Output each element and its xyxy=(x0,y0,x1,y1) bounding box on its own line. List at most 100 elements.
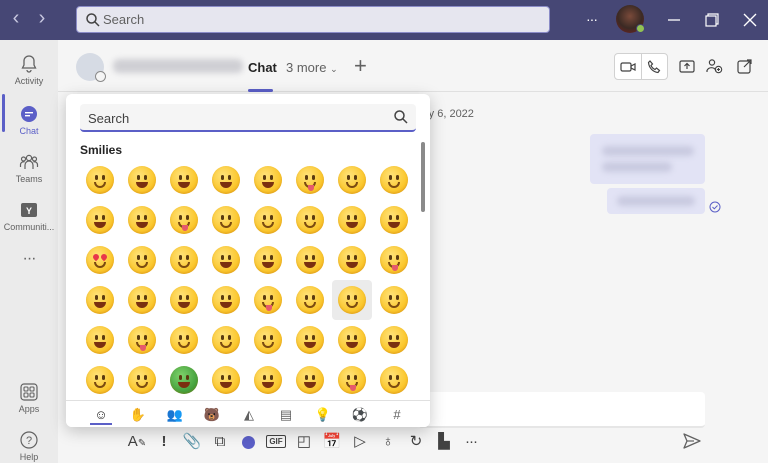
message-bubble[interactable] xyxy=(590,134,705,184)
emoji-item[interactable] xyxy=(290,160,330,200)
emoji-item[interactable] xyxy=(374,240,414,280)
loop-icon[interactable]: ⧉ xyxy=(209,428,231,456)
emoji-item[interactable] xyxy=(164,200,204,240)
global-search-input[interactable]: Search xyxy=(76,6,550,33)
emoji-item[interactable] xyxy=(290,280,330,320)
emoji-item[interactable] xyxy=(248,160,288,200)
emoji-item[interactable] xyxy=(122,320,162,360)
emoji-item[interactable] xyxy=(80,160,120,200)
tab-chat[interactable]: Chat xyxy=(248,60,277,75)
people-icon[interactable]: 👥 xyxy=(164,405,186,425)
rail-item-more[interactable]: ··· xyxy=(0,244,58,298)
close-icon[interactable] xyxy=(741,11,759,29)
share-screen-icon[interactable] xyxy=(678,58,696,76)
praise-icon[interactable]: ♁ xyxy=(377,428,399,456)
emoji-item[interactable] xyxy=(164,280,204,320)
emoji-item[interactable] xyxy=(248,280,288,320)
sticker-icon[interactable]: ◰ xyxy=(293,428,315,456)
emoji-search-field[interactable] xyxy=(80,104,416,132)
emoji-item[interactable] xyxy=(80,320,120,360)
approvals-icon[interactable]: ▙ xyxy=(433,428,455,456)
emoji-item[interactable] xyxy=(206,200,246,240)
emoji-scrollbar[interactable] xyxy=(421,142,425,212)
emoji-item[interactable] xyxy=(206,240,246,280)
emoji-item[interactable] xyxy=(290,240,330,280)
video-call-icon[interactable] xyxy=(619,58,637,76)
emoji-item[interactable] xyxy=(332,160,372,200)
emoji-item[interactable] xyxy=(164,160,204,200)
emoji-item[interactable] xyxy=(206,160,246,200)
add-tab-button[interactable]: + xyxy=(354,53,367,79)
attach-icon[interactable]: 📎 xyxy=(181,428,203,456)
contact-name[interactable] xyxy=(113,59,243,73)
more-options-icon[interactable]: ··· xyxy=(460,428,482,456)
emoji-item[interactable] xyxy=(248,320,288,360)
pop-out-icon[interactable] xyxy=(736,57,754,75)
ball-icon[interactable]: ⚽ xyxy=(349,405,371,425)
emoji-item[interactable] xyxy=(206,320,246,360)
emoji-item[interactable] xyxy=(374,320,414,360)
emoji-item[interactable] xyxy=(122,240,162,280)
emoji-item[interactable] xyxy=(374,280,414,320)
back-icon[interactable]: ‹ xyxy=(6,8,26,30)
message-bubble[interactable] xyxy=(607,188,705,214)
emoji-item[interactable] xyxy=(290,200,330,240)
emoji-item[interactable] xyxy=(164,320,204,360)
rail-item-chat[interactable]: Chat xyxy=(0,96,58,150)
rail-item-help[interactable]: ? Help xyxy=(0,422,58,463)
format-icon[interactable]: A✎ xyxy=(126,428,148,456)
emoji-item[interactable] xyxy=(80,240,120,280)
priority-icon[interactable]: ! xyxy=(153,428,175,456)
food-icon[interactable]: ◭ xyxy=(238,405,260,425)
update-icon[interactable]: ↻ xyxy=(405,428,427,456)
emoji-item[interactable] xyxy=(164,240,204,280)
send-icon[interactable] xyxy=(682,431,702,451)
emoji-item[interactable] xyxy=(332,240,372,280)
emoji-search-input[interactable] xyxy=(88,108,378,128)
emoji-item[interactable] xyxy=(290,360,330,400)
rail-item-teams[interactable]: Teams xyxy=(0,144,58,198)
restore-icon[interactable] xyxy=(703,11,721,29)
tab-more[interactable]: 3 more ⌄ xyxy=(286,60,338,75)
emoji-item[interactable] xyxy=(122,360,162,400)
emoji-item[interactable] xyxy=(332,360,372,400)
emoji-item[interactable] xyxy=(122,160,162,200)
emoji-item[interactable] xyxy=(248,240,288,280)
emoji-item[interactable] xyxy=(206,360,246,400)
rail-item-apps[interactable]: Apps xyxy=(0,374,58,428)
rail-item-communities[interactable]: Y Communiti... xyxy=(0,192,58,246)
building-icon[interactable]: ▤ xyxy=(275,405,297,425)
emoji-icon[interactable] xyxy=(237,428,259,456)
emoji-item[interactable] xyxy=(80,280,120,320)
emoji-item[interactable] xyxy=(206,280,246,320)
more-options-icon[interactable]: ··· xyxy=(586,11,598,31)
emoji-item[interactable] xyxy=(332,280,372,320)
add-people-icon[interactable] xyxy=(705,57,723,75)
emoji-item[interactable] xyxy=(248,360,288,400)
emoji-item[interactable] xyxy=(332,320,372,360)
emoji-item[interactable] xyxy=(80,200,120,240)
emoji-item[interactable] xyxy=(374,200,414,240)
rail-item-activity[interactable]: Activity xyxy=(0,46,58,100)
emoji-item[interactable] xyxy=(164,360,204,400)
search-icon[interactable] xyxy=(393,109,409,125)
emoji-item[interactable] xyxy=(80,360,120,400)
emoji-item[interactable] xyxy=(332,200,372,240)
message-compose-box[interactable] xyxy=(418,392,705,428)
audio-call-icon[interactable] xyxy=(645,58,663,76)
minimize-icon[interactable] xyxy=(665,11,683,29)
forward-icon[interactable]: › xyxy=(32,8,52,30)
emoji-item[interactable] xyxy=(374,160,414,200)
emoji-item[interactable] xyxy=(122,280,162,320)
emoji-item[interactable] xyxy=(290,320,330,360)
emoji-item[interactable] xyxy=(374,360,414,400)
schedule-meeting-icon[interactable]: 📅 xyxy=(321,428,343,456)
send-later-icon[interactable]: ▷ xyxy=(349,428,371,456)
animal-icon[interactable]: 🐻 xyxy=(201,405,223,425)
gif-icon[interactable]: GIF xyxy=(265,428,287,456)
symbol-icon[interactable]: # xyxy=(386,405,408,425)
emoji-item[interactable] xyxy=(122,200,162,240)
smiley-icon[interactable]: ☺ xyxy=(90,405,112,425)
bulb-icon[interactable]: 💡 xyxy=(312,405,334,425)
hand-icon[interactable]: ✋ xyxy=(127,405,149,425)
